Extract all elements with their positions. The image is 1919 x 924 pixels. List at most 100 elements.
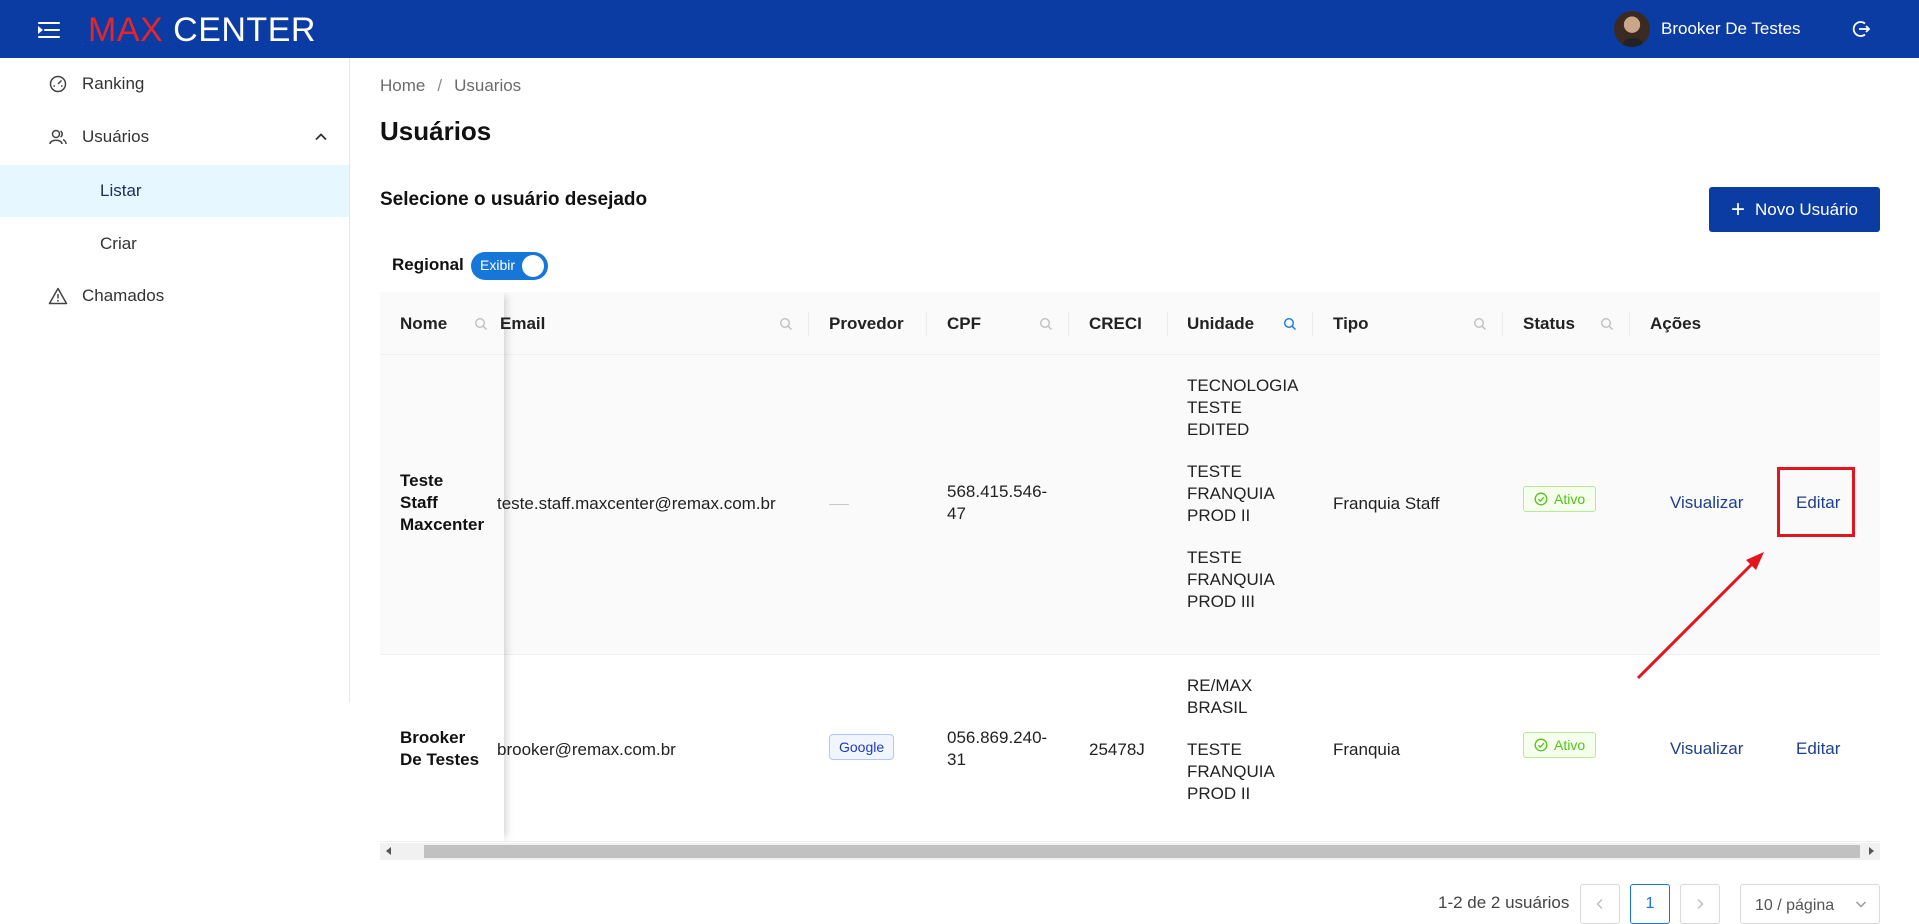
unit-line: FRANQUIA	[1187, 762, 1275, 781]
check-circle-icon	[1534, 738, 1548, 752]
unit-tag: RE/MAX BRASIL	[1187, 675, 1307, 719]
unit-line: TESTE	[1187, 548, 1242, 567]
red-arrow-annotation	[1636, 552, 1764, 680]
view-link[interactable]: Visualizar	[1670, 493, 1743, 513]
regional-label: Regional	[392, 255, 464, 274]
column-header-unidade: Unidade	[1187, 313, 1255, 333]
user-menu[interactable]: Brooker De Testes	[1613, 10, 1801, 48]
unit-tag: TECNOLOGIA TESTE EDITED	[1187, 375, 1307, 441]
sidebar-item-listar[interactable]: Listar	[0, 165, 349, 217]
scroll-left-icon[interactable]	[386, 847, 391, 855]
sidebar-item-label: Usuários	[82, 127, 150, 146]
page-size-value: 10 / página	[1755, 897, 1835, 914]
logo-center-text: CENTER	[173, 11, 316, 49]
unit-line: PROD II	[1187, 506, 1251, 525]
breadcrumb-current: Usuarios	[454, 76, 522, 95]
unit-line: FRANQUIA	[1187, 570, 1275, 589]
column-divider	[1167, 312, 1168, 336]
sidebar-item-usuarios[interactable]: Usuários	[0, 111, 349, 163]
column-divider	[1502, 312, 1503, 336]
search-icon[interactable]	[474, 317, 488, 331]
sidebar-item-ranking[interactable]: Ranking	[0, 58, 349, 110]
users-icon	[49, 129, 67, 145]
toggle-text: Exibir	[480, 257, 516, 273]
unit-line: BRASIL	[1187, 698, 1248, 717]
search-icon[interactable]	[1600, 317, 1614, 331]
provider-badge: Google	[829, 734, 895, 760]
dashboard-icon	[49, 75, 67, 93]
status-text: Ativo	[1554, 491, 1586, 507]
creci-cell: 25478J	[1089, 740, 1145, 759]
unit-line: RE/MAX	[1187, 676, 1253, 695]
sidebar-item-chamados[interactable]: Chamados	[0, 270, 349, 322]
new-user-button[interactable]: + Novo Usuário	[1709, 187, 1880, 232]
column-header-acoes: Ações	[1650, 313, 1702, 333]
sidebar-item-label: Listar	[100, 181, 142, 200]
cpf-line: 47	[947, 504, 966, 523]
column-divider	[926, 312, 927, 336]
logo-max-text: MAX	[88, 11, 164, 49]
name-line: Teste	[400, 471, 444, 490]
table-header: Nome Email Provedor CPF CRECI Unidade Ti…	[380, 292, 1880, 355]
breadcrumb: Home / Usuarios	[380, 76, 521, 96]
search-icon[interactable]	[779, 317, 793, 331]
column-divider	[1629, 312, 1630, 336]
column-header-nome: Nome	[400, 313, 448, 333]
column-header-cpf: CPF	[947, 313, 981, 333]
type-cell: Franquia Staff	[1333, 494, 1440, 513]
horizontal-scrollbar[interactable]	[380, 843, 1880, 860]
type-cell: Franquia	[1333, 740, 1401, 759]
unit-tag: TESTE FRANQUIA PROD II	[1187, 739, 1307, 805]
name-line: Staff	[400, 493, 438, 512]
cpf-line: 056.869.240-	[947, 728, 1048, 747]
column-divider	[808, 312, 809, 336]
unit-line: FRANQUIA	[1187, 484, 1275, 503]
page-title: Usuários	[380, 116, 492, 146]
sidebar: Ranking Usuários Listar Criar Chamados	[0, 58, 350, 703]
column-header-status: Status	[1523, 313, 1575, 333]
search-icon[interactable]	[1283, 317, 1297, 331]
search-icon[interactable]	[1039, 317, 1053, 331]
cpf-cell: 568.415.546- 47	[947, 481, 1047, 525]
app-logo[interactable]: MAX CENTER	[88, 10, 316, 50]
column-header-email: Email	[500, 313, 546, 333]
scrollbar-thumb[interactable]	[424, 845, 1860, 858]
cpf-line: 31	[947, 750, 966, 769]
sidebar-item-label: Ranking	[82, 74, 145, 93]
chevron-right-icon	[1697, 898, 1704, 910]
unit-line: EDITED	[1187, 420, 1250, 439]
unit-line: TESTE	[1187, 398, 1242, 417]
status-badge: Ativo	[1523, 732, 1597, 758]
unit-line: PROD II	[1187, 784, 1251, 803]
next-page-button[interactable]	[1680, 884, 1720, 924]
menu-fold-icon[interactable]	[38, 20, 62, 40]
regional-toggle[interactable]: Exibir	[471, 252, 548, 280]
empty-provider-dash	[829, 504, 849, 505]
column-divider	[1312, 312, 1313, 336]
view-link[interactable]: Visualizar	[1670, 739, 1743, 759]
cpf-line: 568.415.546-	[947, 482, 1048, 501]
sidebar-item-criar[interactable]: Criar	[0, 218, 349, 270]
user-name-cell: Brooker De Testes	[400, 727, 495, 771]
column-divider	[1068, 312, 1069, 336]
unit-line: PROD III	[1187, 592, 1256, 611]
warning-icon	[48, 287, 68, 305]
user-name: Brooker De Testes	[1661, 19, 1801, 38]
name-line: De Testes	[400, 750, 480, 769]
new-user-button-label: Novo Usuário	[1755, 199, 1858, 219]
plus-icon: +	[1730, 195, 1745, 223]
page-size-select[interactable]: 10 / página	[1740, 884, 1880, 924]
column-header-tipo: Tipo	[1333, 313, 1369, 333]
search-icon[interactable]	[1473, 317, 1487, 331]
unit-tag: TESTE FRANQUIA PROD III	[1187, 547, 1307, 613]
edit-link[interactable]: Editar	[1796, 739, 1840, 759]
email-cell: brooker@remax.com.br	[497, 740, 676, 759]
pagination-total: 1-2 de 2 usuários	[1438, 893, 1570, 912]
breadcrumb-home[interactable]: Home	[380, 76, 425, 96]
logout-icon[interactable]	[1851, 19, 1871, 39]
page-1-button[interactable]: 1	[1630, 884, 1670, 924]
previous-page-button[interactable]	[1580, 884, 1620, 924]
unit-line: TECNOLOGIA	[1187, 376, 1299, 395]
unit-line: TESTE	[1187, 462, 1242, 481]
scroll-right-icon[interactable]	[1869, 847, 1874, 855]
